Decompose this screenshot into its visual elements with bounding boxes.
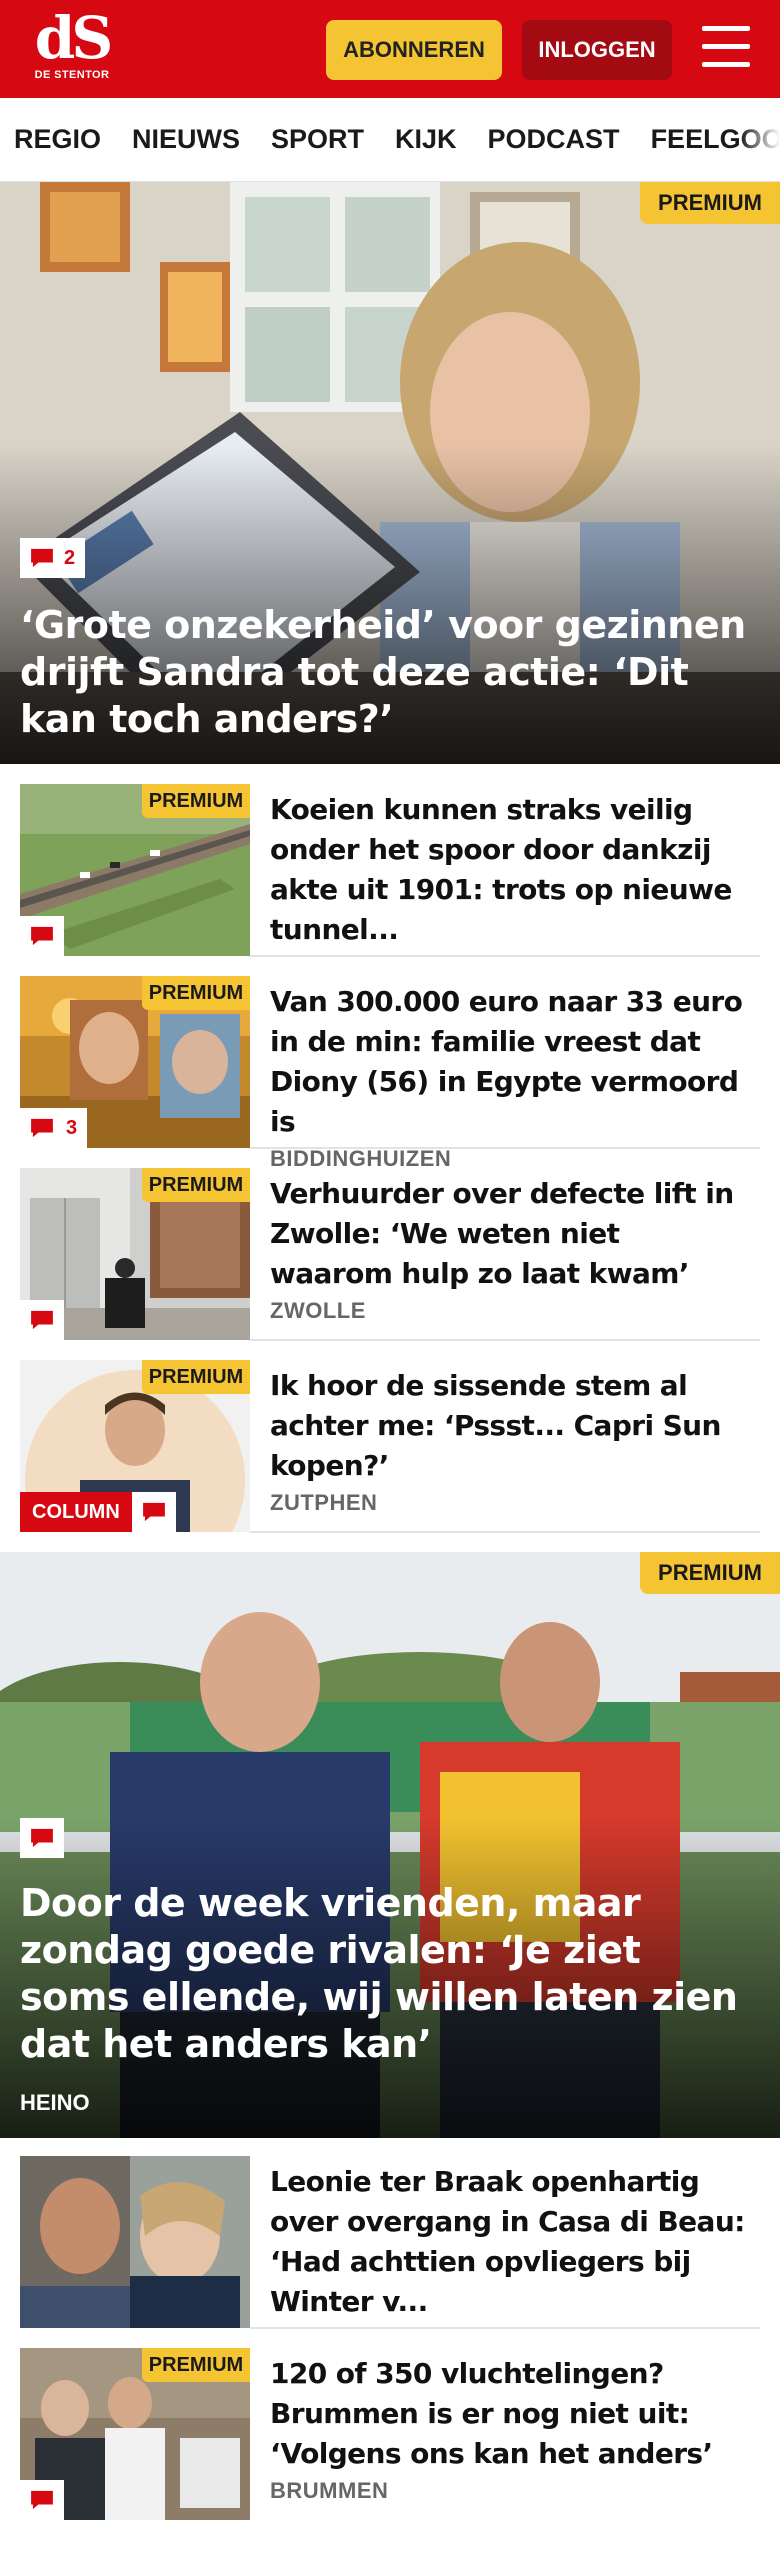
nav-item-regio[interactable]: REGIO (14, 124, 101, 155)
nav-item-sport[interactable]: SPORT (271, 124, 364, 155)
comment-box (20, 916, 64, 956)
premium-badge: PREMIUM (142, 976, 250, 1010)
thumbnail-image (20, 2156, 250, 2328)
article-location: ZUTPHEN (270, 1490, 378, 1515)
article-thumbnail: PREMIUM (20, 1168, 250, 1340)
article-text: Ik hoor de sissende stem al achter me: ‘… (270, 1366, 750, 1516)
hero-title-2[interactable]: Door de week vrienden, maar zondag goede… (20, 1880, 750, 2068)
section-nav: REGIO NIEUWS SPORT KIJK PODCAST FEELGOOD (0, 98, 780, 182)
article-thumbnail: PREMIUM (20, 2348, 250, 2520)
premium-badge: PREMIUM (142, 1360, 250, 1394)
premium-badge: PREMIUM (640, 1552, 780, 1594)
comment-icon (31, 548, 53, 568)
comment-icon (31, 2490, 53, 2510)
divider (250, 2327, 760, 2329)
divider (250, 1339, 760, 1341)
comment-box (131, 1492, 176, 1532)
comment-indicator[interactable] (20, 1818, 64, 1858)
premium-badge: PREMIUM (640, 182, 780, 224)
nav-item-kijk[interactable]: KIJK (395, 124, 457, 155)
comment-box (20, 1108, 64, 1148)
comment-box (20, 2480, 64, 2520)
subscribe-button[interactable]: ABONNEREN (326, 20, 502, 80)
article-title[interactable]: 120 of 350 vluchtelingen? Brummen is er … (270, 2354, 750, 2474)
hero-location: HEINO (20, 2090, 90, 2115)
nav-item-podcast[interactable]: PODCAST (488, 124, 620, 155)
article-text: Leonie ter Braak openhartig over overgan… (270, 2162, 750, 2322)
comment-icon (31, 1828, 53, 1848)
comment-box (20, 1300, 64, 1340)
article-location: BRUMMEN (270, 2478, 389, 2503)
article-location: ZWOLLE (270, 1298, 366, 1323)
menu-icon[interactable] (702, 26, 750, 70)
premium-badge: PREMIUM (142, 784, 250, 818)
article-item[interactable]: PREMIUM COLUMN Ik hoor de sissende stem … (20, 1360, 760, 1532)
comment-indicator[interactable] (20, 916, 64, 956)
comment-box (20, 1818, 64, 1858)
divider (250, 1531, 760, 1533)
comment-indicator[interactable] (20, 1300, 64, 1340)
premium-badge: PREMIUM (142, 2348, 250, 2382)
comment-icon (31, 1118, 53, 1138)
article-text: 120 of 350 vluchtelingen? Brummen is er … (270, 2354, 750, 2504)
article-title[interactable]: Van 300.000 euro naar 33 euro in de min:… (270, 982, 750, 1142)
divider (250, 1147, 760, 1149)
article-item[interactable]: PREMIUM Verhuurder over defecte lift in … (20, 1168, 760, 1340)
article-item[interactable]: Leonie ter Braak openhartig over overgan… (20, 2156, 760, 2328)
comment-indicator[interactable] (20, 2480, 64, 2520)
hero-title-1[interactable]: ‘Grote onzekerheid’ voor gezinnen drijft… (20, 602, 750, 743)
comment-icon (31, 926, 53, 946)
hero-article-1[interactable]: PREMIUM 2 ‘Grote onzekerheid’ voor gezin… (0, 182, 780, 764)
article-title[interactable]: Leonie ter Braak openhartig over overgan… (270, 2162, 750, 2322)
article-thumbnail: PREMIUM COLUMN (20, 1360, 250, 1532)
logo-mark: dS (34, 4, 113, 72)
article-thumbnail (20, 2156, 250, 2328)
article-thumbnail: PREMIUM 3 (20, 976, 250, 1148)
article-title[interactable]: Verhuurder over defecte lift in Zwolle: … (270, 1174, 750, 1294)
article-item[interactable]: PREMIUM 120 of 350 vluchtelingen? Brumme… (20, 2348, 760, 2520)
comment-indicator[interactable]: 2 (20, 538, 86, 578)
logo-subtitle: DE STENTOR (34, 69, 110, 81)
article-text: Verhuurder over defecte lift in Zwolle: … (270, 1174, 750, 1324)
hero-article-2[interactable]: PREMIUM Door de week vrienden, maar zond… (0, 1552, 780, 2138)
comment-count: 3 (64, 1108, 88, 1148)
article-item[interactable]: PREMIUM Koeien kunnen straks veilig onde… (20, 784, 760, 956)
comment-indicator[interactable]: 3 (20, 1108, 88, 1148)
comment-icon (31, 1310, 53, 1330)
article-text: Van 300.000 euro naar 33 euro in de min:… (270, 982, 750, 1172)
site-header: dS DE STENTOR ABONNEREN INLOGGEN (0, 0, 780, 98)
article-thumbnail: PREMIUM (20, 784, 250, 956)
comment-count: 2 (64, 538, 86, 578)
premium-badge: PREMIUM (142, 1168, 250, 1202)
article-item[interactable]: PREMIUM 3 Van 300.000 euro naar 33 euro … (20, 976, 760, 1171)
article-title[interactable]: Koeien kunnen straks veilig onder het sp… (270, 790, 750, 950)
nav-item-nieuws[interactable]: NIEUWS (132, 124, 240, 155)
nav-scroll-fade (740, 98, 780, 181)
comment-box (20, 538, 64, 578)
divider (250, 955, 760, 957)
login-button[interactable]: INLOGGEN (522, 20, 672, 80)
comment-icon (142, 1502, 165, 1522)
article-text: Koeien kunnen straks veilig onder het sp… (270, 790, 750, 950)
column-tag: COLUMN (20, 1492, 132, 1532)
site-logo[interactable]: dS DE STENTOR (28, 4, 116, 90)
article-title[interactable]: Ik hoor de sissende stem al achter me: ‘… (270, 1366, 750, 1486)
comment-indicator[interactable]: COLUMN (20, 1492, 176, 1532)
